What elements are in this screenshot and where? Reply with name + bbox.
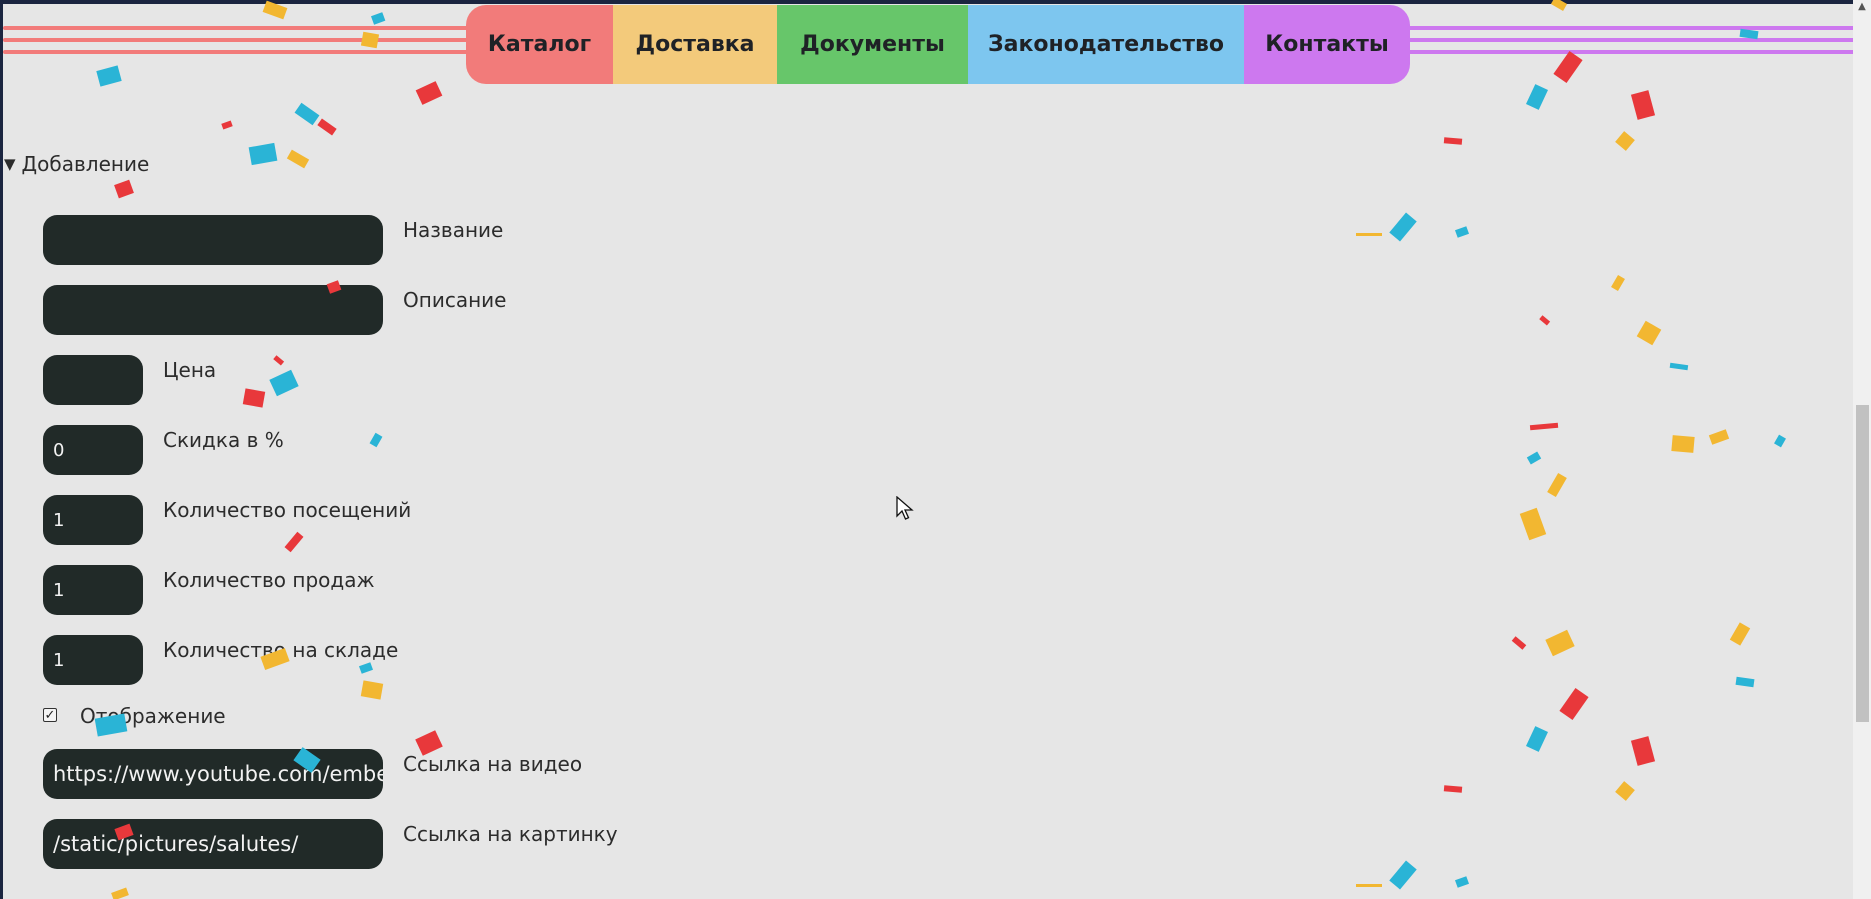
visits-input[interactable]: 1 bbox=[43, 495, 143, 545]
sales-label: Количество продаж bbox=[163, 568, 375, 592]
description-row: Описание bbox=[43, 285, 506, 335]
scroll-up-arrow-icon[interactable]: ▲ bbox=[1853, 0, 1871, 14]
nav-item-contacts[interactable]: Контакты bbox=[1244, 5, 1410, 84]
price-row: Цена bbox=[43, 355, 216, 405]
main-nav: Каталог Доставка Документы Законодательс… bbox=[466, 5, 1410, 84]
nav-item-label: Каталог bbox=[487, 32, 592, 57]
nav-item-label: Документы bbox=[800, 32, 945, 57]
scrollbar-thumb[interactable] bbox=[1856, 405, 1869, 722]
name-row: Название bbox=[43, 215, 503, 265]
checkmark-icon: ✓ bbox=[44, 707, 56, 723]
visits-row: 1 Количество посещений bbox=[43, 495, 411, 545]
nav-item-catalog[interactable]: Каталог bbox=[466, 5, 613, 84]
nav-stripes-right bbox=[1405, 26, 1855, 56]
stock-row: 1 Количество на складе bbox=[43, 635, 398, 685]
add-section-toggle[interactable]: ▼ Добавление bbox=[4, 152, 149, 176]
sales-input[interactable]: 1 bbox=[43, 565, 143, 615]
video-row: https://www.youtube.com/embe Ссылка на в… bbox=[43, 749, 582, 799]
triangle-down-icon: ▼ bbox=[4, 155, 16, 173]
nav-stripes-left bbox=[3, 26, 473, 56]
mouse-cursor-icon bbox=[896, 496, 914, 520]
section-title: Добавление bbox=[21, 152, 150, 176]
visits-label: Количество посещений bbox=[163, 498, 412, 522]
vertical-scrollbar[interactable]: ▲ bbox=[1853, 0, 1871, 899]
display-label: Отображение bbox=[80, 704, 226, 728]
name-label: Название bbox=[403, 218, 504, 242]
price-label: Цена bbox=[163, 358, 217, 382]
video-url-label: Ссылка на видео bbox=[403, 752, 583, 776]
price-input[interactable] bbox=[43, 355, 143, 405]
window-left-border bbox=[0, 4, 3, 899]
stock-input[interactable]: 1 bbox=[43, 635, 143, 685]
window-top-border bbox=[0, 0, 1871, 4]
sales-row: 1 Количество продаж bbox=[43, 565, 374, 615]
nav-item-label: Контакты bbox=[1265, 32, 1389, 57]
description-input[interactable] bbox=[43, 285, 383, 335]
name-input[interactable] bbox=[43, 215, 383, 265]
nav-item-legislation[interactable]: Законодательство bbox=[968, 5, 1244, 84]
nav-item-label: Законодательство bbox=[988, 32, 1224, 57]
video-url-input[interactable]: https://www.youtube.com/embe bbox=[43, 749, 383, 799]
image-row: /static/pictures/salutes/ Ссылка на карт… bbox=[43, 819, 618, 869]
nav-item-label: Доставка bbox=[635, 32, 755, 57]
discount-row: 0 Скидка в % bbox=[43, 425, 284, 475]
nav-item-delivery[interactable]: Доставка bbox=[613, 5, 777, 84]
stock-label: Количество на складе bbox=[163, 638, 399, 662]
discount-input[interactable]: 0 bbox=[43, 425, 143, 475]
image-url-label: Ссылка на картинку bbox=[403, 822, 618, 846]
image-url-input[interactable]: /static/pictures/salutes/ bbox=[43, 819, 383, 869]
description-label: Описание bbox=[403, 288, 507, 312]
discount-label: Скидка в % bbox=[163, 428, 284, 452]
display-checkbox[interactable]: ✓ bbox=[43, 708, 57, 722]
nav-item-documents[interactable]: Документы bbox=[777, 5, 968, 84]
